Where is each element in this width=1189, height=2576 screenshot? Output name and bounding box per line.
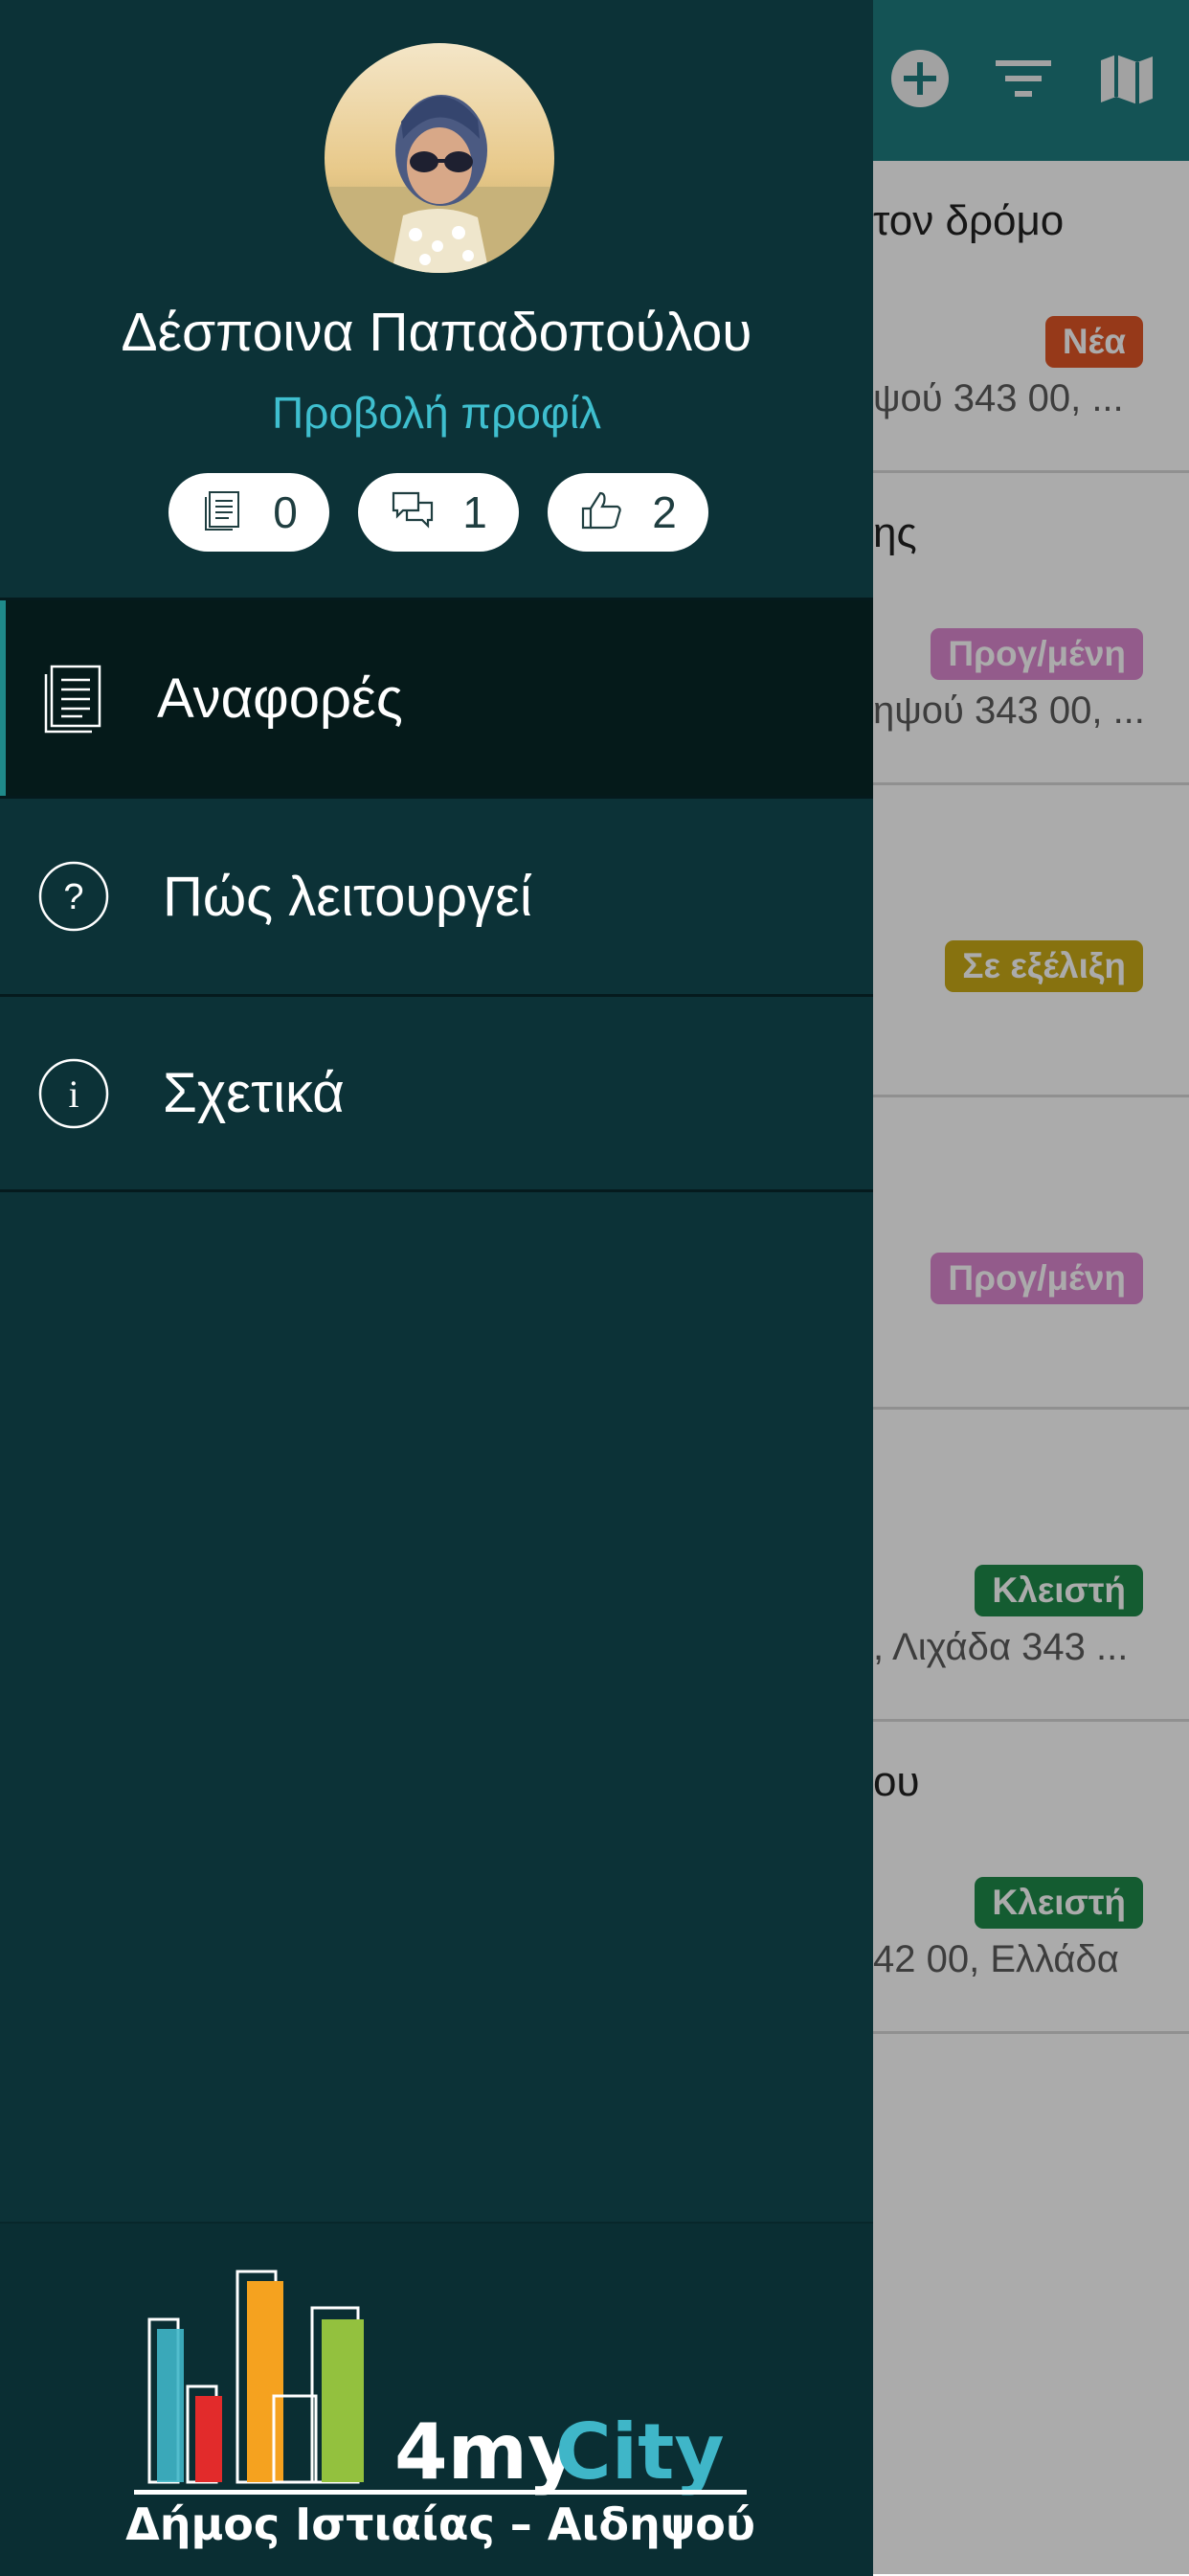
reports-count-chip[interactable]: 0 (168, 473, 329, 552)
comments-count-chip[interactable]: 1 (358, 473, 519, 552)
reports-icon (200, 487, 246, 538)
user-stats: 0 1 2 (168, 473, 708, 552)
menu-item-about[interactable]: i Σχετικά (0, 994, 873, 1192)
thumbs-up-icon (579, 487, 625, 538)
comments-icon (390, 487, 436, 538)
document-icon (36, 661, 111, 735)
view-profile-link[interactable]: Προβολή προφίλ (0, 387, 873, 439)
avatar[interactable] (325, 43, 554, 273)
reports-count: 0 (273, 487, 298, 537)
menu-label: Σχετικά (163, 1062, 345, 1124)
comments-count: 1 (462, 487, 487, 537)
menu-item-reports[interactable]: Αναφορές (0, 598, 873, 796)
likes-count: 2 (652, 487, 677, 537)
user-name: Δέσποινα Παπαδοπούλου (121, 302, 752, 363)
info-icon: i (36, 1056, 111, 1131)
menu-label: Αναφορές (157, 667, 403, 730)
menu-label: Πώς λειτουργεί (163, 865, 532, 928)
likes-count-chip[interactable]: 2 (548, 473, 708, 552)
question-icon: ? (36, 859, 111, 934)
svg-text:?: ? (63, 877, 83, 917)
logo-subtitle: Δήμος Ιστιαίας – Αιδηψού (125, 2498, 755, 2549)
svg-text:i: i (68, 1073, 79, 1116)
logo-brand-suffix: City (555, 2407, 725, 2497)
menu-item-how-it-works[interactable]: ? Πώς λειτουργεί (0, 796, 873, 994)
drawer-menu: Αναφορές ? Πώς λειτουργεί i Σχετικά (0, 598, 873, 1192)
4mycity-logo: 4my City Δήμος Ιστιαίας – Αιδηψού (124, 2262, 756, 2550)
drawer-footer: 4my City Δήμος Ιστιαίας – Αιδηψού (0, 2222, 873, 2576)
logo-brand-prefix: 4my (394, 2407, 577, 2497)
navigation-drawer: Δέσποινα Παπαδοπούλου Προβολή προφίλ 0 1… (0, 0, 873, 2576)
